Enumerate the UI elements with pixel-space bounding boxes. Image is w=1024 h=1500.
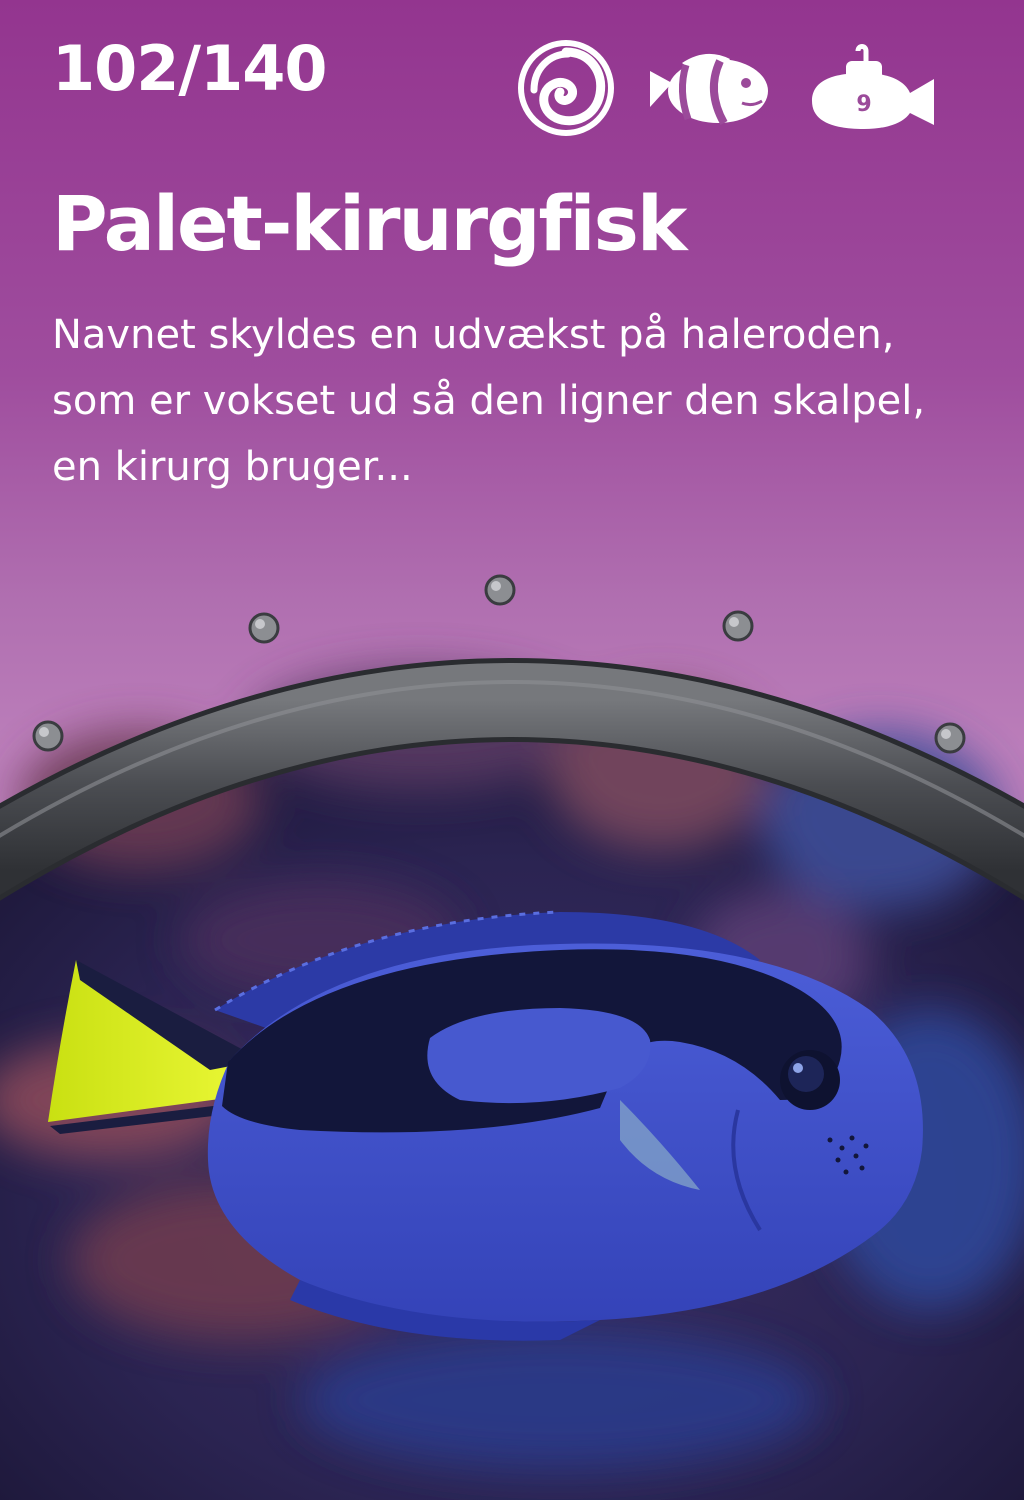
porthole-photo: [0, 574, 1024, 1500]
swirl-emblem-icon: [518, 40, 614, 136]
icon-bar: 9: [516, 38, 936, 138]
card-description: Navnet skyldes en udvækst på haleroden, …: [52, 312, 926, 490]
card-title: Palet-kirurgfisk: [52, 179, 687, 268]
submarine-level-label: 9: [856, 92, 871, 117]
card: 102/140 9 Palet-kirurgfisk Navnet skylde…: [0, 0, 1024, 1500]
submarine-icon: 9: [812, 44, 934, 129]
card-counter: 102/140: [52, 32, 327, 105]
clownfish-icon: [650, 53, 768, 125]
